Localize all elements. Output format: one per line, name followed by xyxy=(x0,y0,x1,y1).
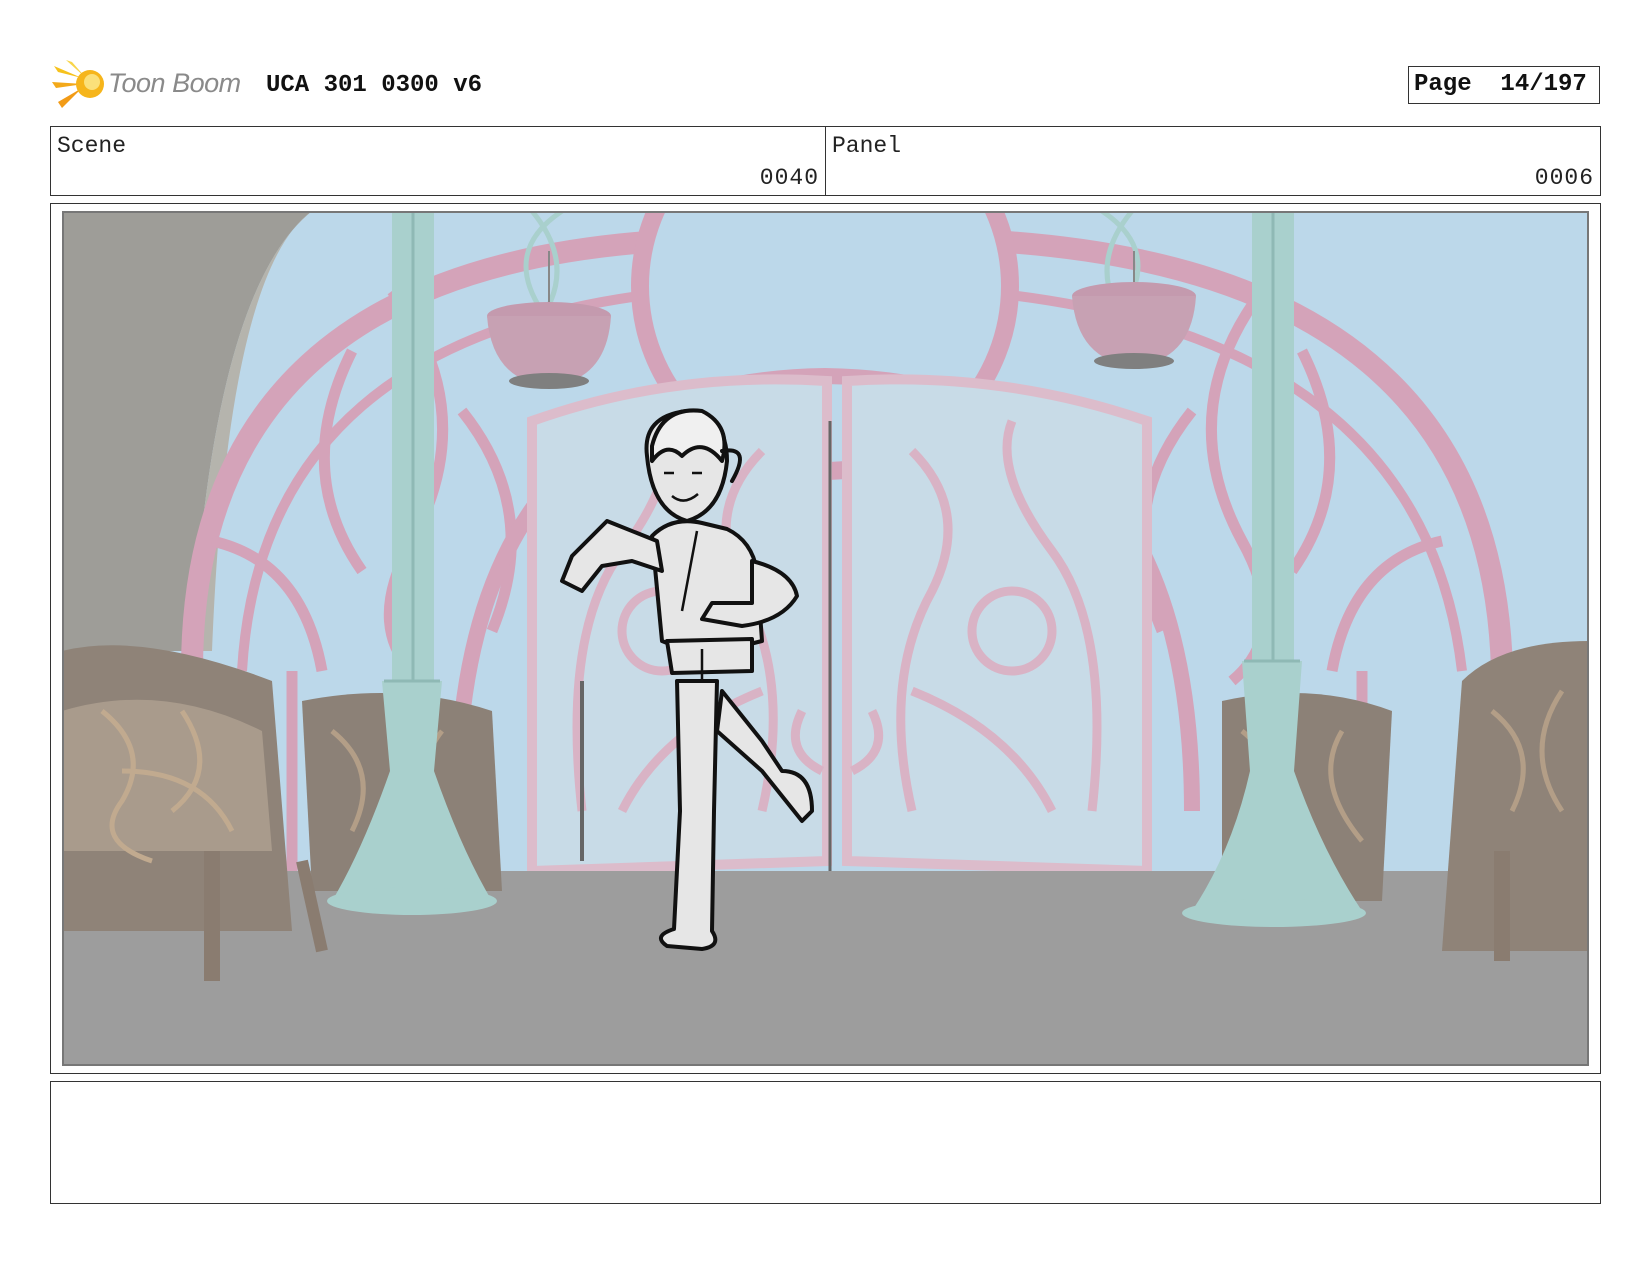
scene-cell: Scene 0040 xyxy=(51,127,825,195)
logo-wordmark: Toon Boom xyxy=(108,68,241,98)
scene-label: Scene xyxy=(57,133,127,159)
panel-value: 0006 xyxy=(1534,165,1594,191)
page-label: Page xyxy=(1414,71,1472,98)
storyboard-panel-image xyxy=(62,211,1589,1066)
storyboard-panel-frame xyxy=(50,203,1601,1074)
panel-label: Panel xyxy=(832,133,902,159)
page-indicator: Page 14/197 xyxy=(1408,66,1600,104)
page-number: 14/197 xyxy=(1500,71,1587,98)
toon-boom-logo: Toon Boom xyxy=(52,58,252,112)
panel-cell: Panel 0006 xyxy=(825,127,1600,195)
panel-notes-box xyxy=(50,1081,1601,1204)
scene-panel-info: Scene 0040 Panel 0006 xyxy=(50,126,1601,196)
scene-value: 0040 xyxy=(759,165,819,191)
document-title: UCA 301 0300 v6 xyxy=(266,72,483,99)
star-burst-icon xyxy=(52,60,104,108)
